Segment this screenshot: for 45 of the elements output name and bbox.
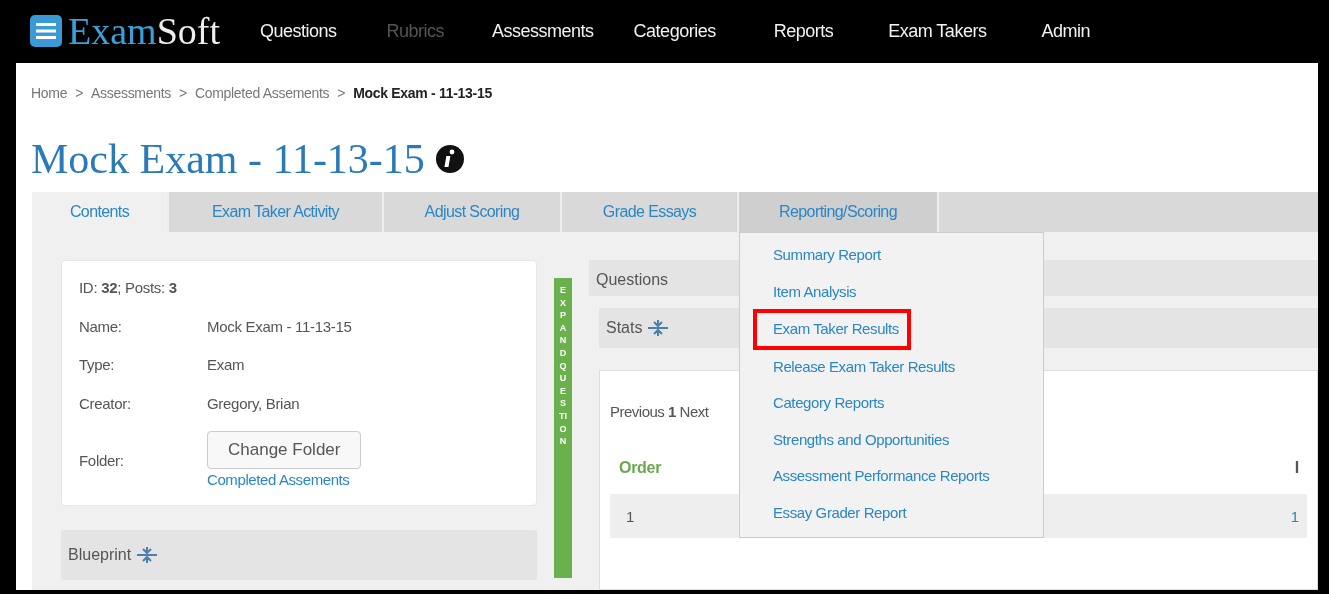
- field-value: Exam: [207, 355, 245, 375]
- nav-link[interactable]: Questions: [260, 17, 337, 45]
- breadcrumb-link[interactable]: Home: [31, 82, 68, 104]
- breadcrumb-link[interactable]: Completed Assements: [194, 82, 330, 104]
- id-posts-text: ID: 32; Posts: 3: [79, 278, 178, 298]
- pager-text: Previous 1 Next: [610, 402, 709, 422]
- tab[interactable]: Reporting/Scoring: [739, 192, 939, 232]
- nav-link[interactable]: Reports: [773, 17, 834, 45]
- menu-item[interactable]: Strengths and Opportunities: [740, 421, 949, 458]
- breadcrumb-separator: >: [337, 83, 346, 103]
- nav-link[interactable]: Categories: [633, 17, 716, 45]
- breadcrumb-link[interactable]: Assessments: [91, 82, 171, 104]
- table-cell-text: 1: [626, 506, 635, 527]
- nav-link[interactable]: Assessments: [492, 17, 594, 45]
- field-value: Mock Exam - 11-13-15: [207, 316, 352, 337]
- info-icon[interactable]: [434, 143, 465, 174]
- collapse-icon[interactable]: [647, 319, 670, 337]
- change-folder-button[interactable]: Change Folder: [207, 431, 362, 469]
- field-label: Type:: [79, 355, 116, 375]
- menu-item[interactable]: Assessment Performance Reports: [740, 458, 990, 495]
- table-cell-text: 1: [1290, 506, 1299, 527]
- field-label: Folder:: [79, 450, 125, 471]
- folder-link[interactable]: Completed Assements: [207, 468, 350, 491]
- menu-item[interactable]: Release Exam Taker Results: [740, 348, 955, 385]
- page-title: Mock Exam - 11-13-15: [31, 134, 425, 184]
- nav-link[interactable]: Exam Takers: [888, 17, 987, 45]
- tab[interactable]: Exam Taker Activity: [169, 192, 384, 232]
- field-value: Gregory, Brian: [207, 393, 300, 414]
- tab[interactable]: Adjust Scoring: [384, 192, 562, 232]
- collapse-icon[interactable]: [136, 546, 159, 564]
- brand-name[interactable]: ExamSoft: [68, 8, 220, 60]
- breadcrumb-separator: >: [75, 83, 84, 103]
- field-label: Creator:: [79, 393, 132, 414]
- tab[interactable]: Grade Essays: [562, 192, 739, 232]
- blueprint-label: Blueprint: [68, 545, 132, 565]
- stats-label: Stats: [606, 318, 643, 338]
- breadcrumb-separator: >: [179, 83, 187, 103]
- nav-link[interactable]: Admin: [1041, 17, 1090, 45]
- menu-item[interactable]: Category Reports: [740, 385, 885, 422]
- menu-item[interactable]: Essay Grader Report: [740, 494, 907, 531]
- column-header: Order: [619, 457, 662, 478]
- column-header: I: [1294, 457, 1299, 478]
- breadcrumb-current: Mock Exam - 11-13-15: [353, 83, 492, 103]
- field-label: Name:: [79, 316, 123, 337]
- logo-icon: [30, 15, 62, 48]
